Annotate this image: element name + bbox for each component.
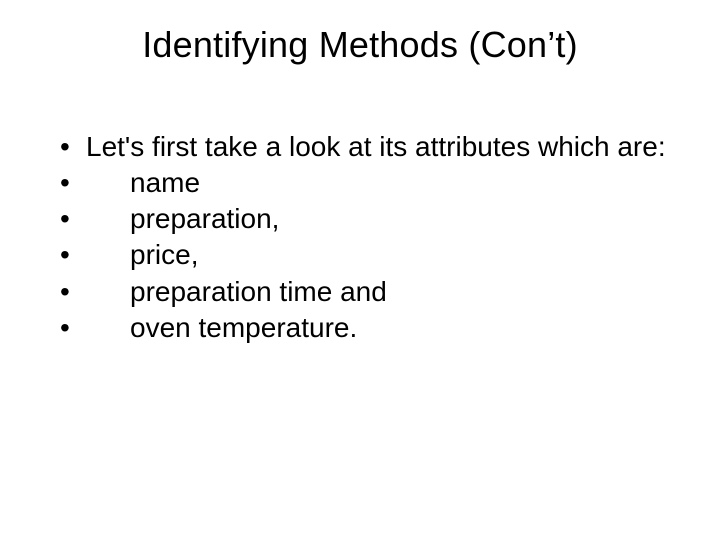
- bullet-text: Let's first take a look at its attribute…: [86, 130, 676, 164]
- list-item: preparation time and: [56, 275, 676, 309]
- bullet-text: preparation time and: [86, 275, 676, 309]
- slide-body: Let's first take a look at its attribute…: [56, 130, 676, 347]
- slide-title: Identifying Methods (Con’t): [0, 24, 720, 66]
- bullet-list: Let's first take a look at its attribute…: [56, 130, 676, 345]
- bullet-text: preparation,: [86, 202, 676, 236]
- list-item: preparation,: [56, 202, 676, 236]
- list-item: name: [56, 166, 676, 200]
- list-item: price,: [56, 238, 676, 272]
- slide: Identifying Methods (Con’t) Let's first …: [0, 0, 720, 540]
- bullet-text: name: [86, 166, 676, 200]
- bullet-text: oven temperature.: [86, 311, 676, 345]
- list-item: Let's first take a look at its attribute…: [56, 130, 676, 164]
- list-item: oven temperature.: [56, 311, 676, 345]
- bullet-text: price,: [86, 238, 676, 272]
